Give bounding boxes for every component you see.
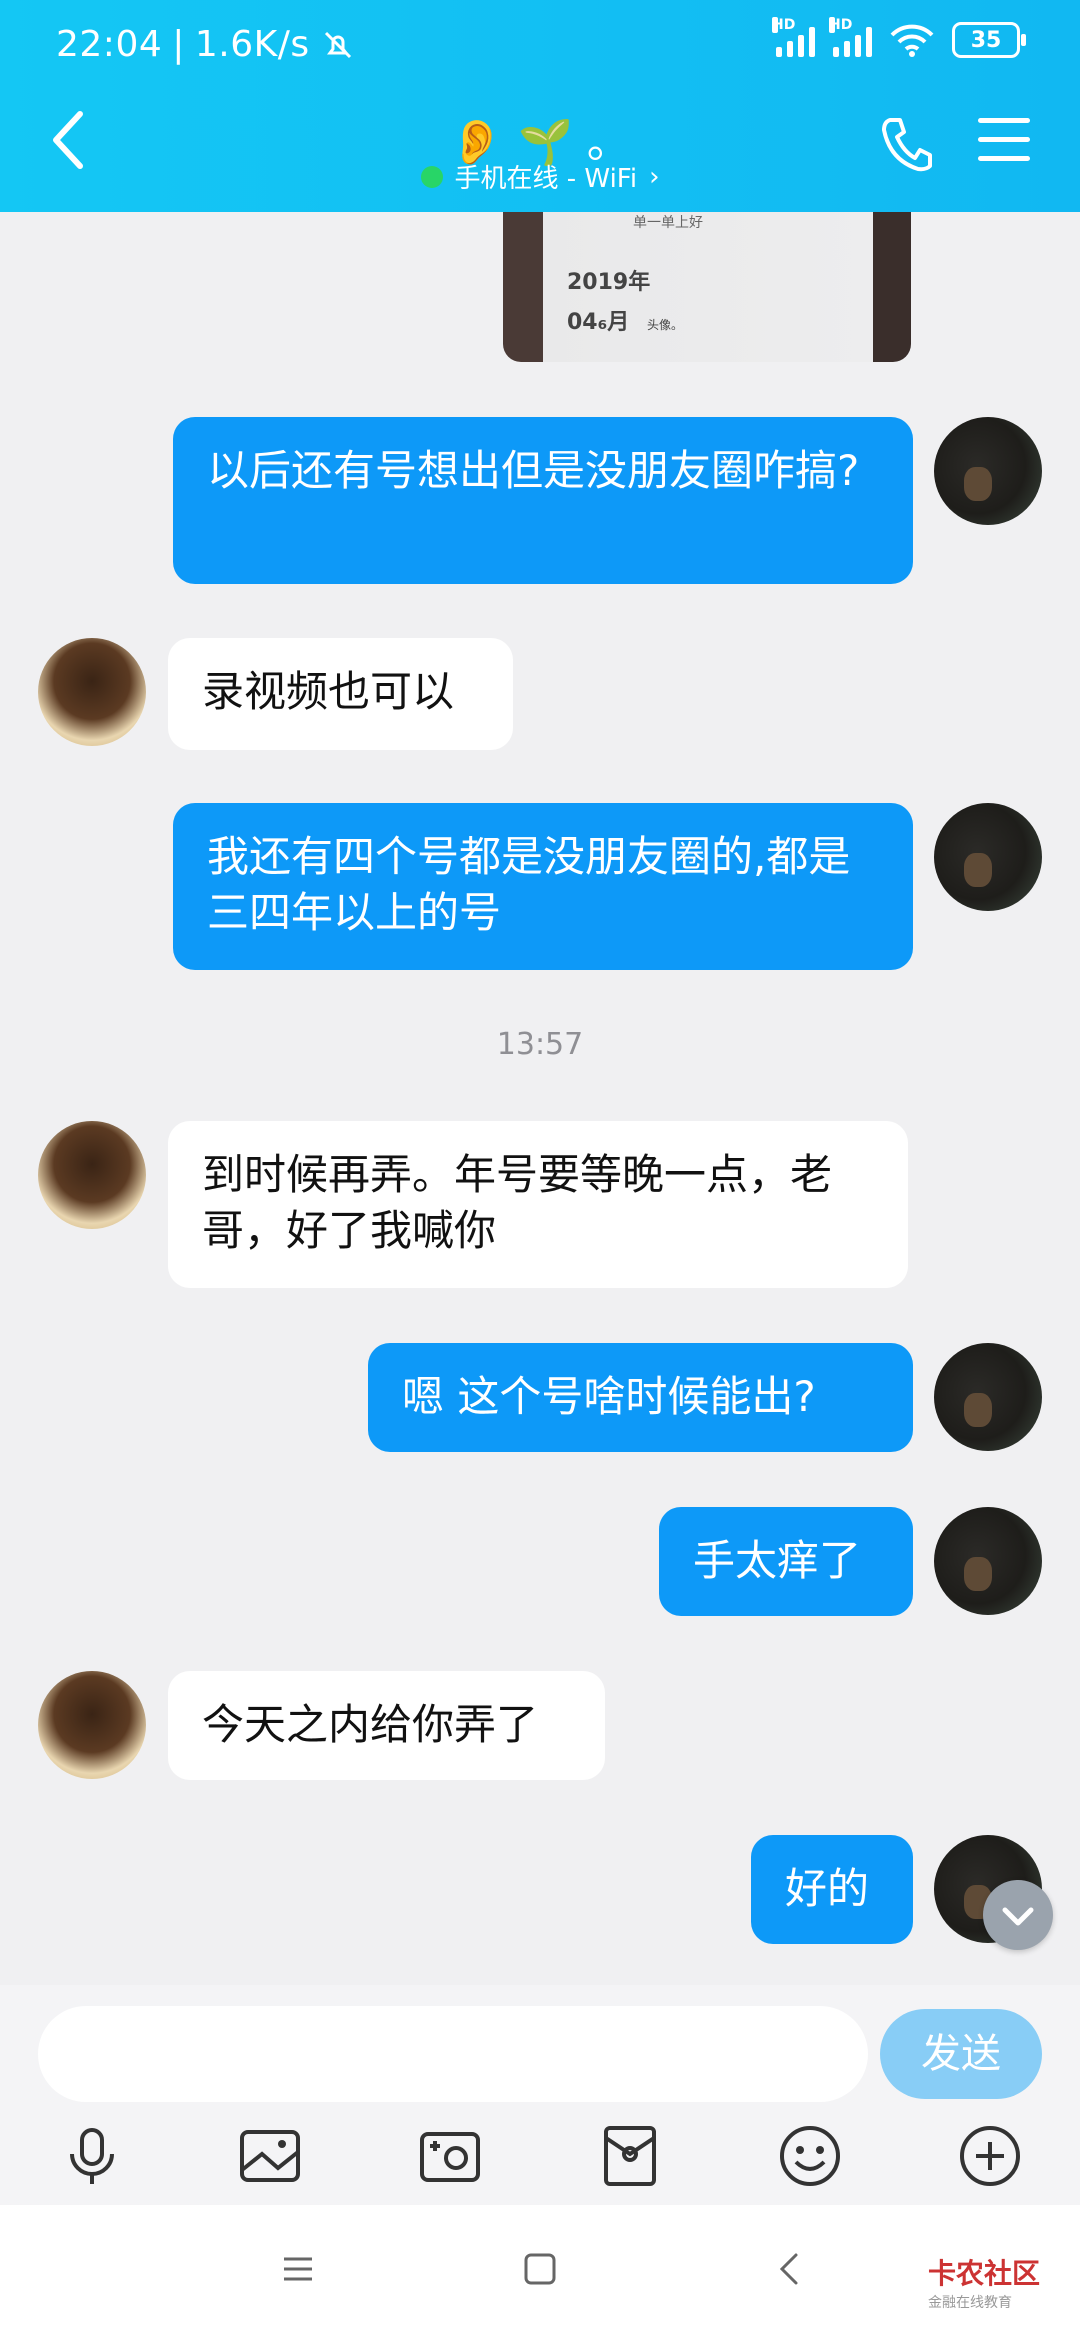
menu-button[interactable] (978, 118, 1030, 168)
message-bubble[interactable]: 录视频也可以 (168, 638, 513, 750)
red-packet-icon[interactable] (598, 2124, 662, 2188)
chevron-right-icon: › (649, 161, 660, 192)
my-avatar[interactable] (934, 1343, 1042, 1451)
message-bubble[interactable]: 到时候再弄。年号要等晚一点，老哥，好了我喊你 (168, 1121, 908, 1288)
status-bar-right: HD HD 35 (772, 17, 1026, 58)
hd-badge: HD (772, 17, 796, 33)
microphone-icon[interactable] (60, 2124, 124, 2188)
camera-icon[interactable] (418, 2124, 482, 2188)
image-icon[interactable] (238, 2124, 302, 2188)
scroll-to-bottom-button[interactable] (983, 1880, 1053, 1950)
emoji-icon[interactable] (778, 2124, 842, 2188)
my-avatar[interactable] (934, 1507, 1042, 1615)
watermark-logo: 卡农社区 金融在线教育 (927, 2257, 1040, 2311)
chat-header: 22:04 | 1.6K/s HD HD 35 👂 🌱 。 手机在线 - WiF… (0, 0, 1080, 212)
battery-level: 35 (970, 27, 1002, 53)
send-button[interactable]: 发送 (880, 2009, 1042, 2099)
mute-bell-icon (324, 31, 351, 58)
message-bubble[interactable]: 我还有四个号都是没朋友圈的,都是三四年以上的号 (173, 803, 913, 970)
message-timestamp: 13:57 (496, 1027, 584, 1062)
message-input[interactable] (38, 2006, 868, 2102)
signal-icon: HD (829, 17, 872, 57)
system-nav-bar (0, 2205, 1080, 2340)
image-date: 04₆月 头像。 (567, 310, 683, 335)
signal-icon: HD (772, 17, 815, 57)
home-icon[interactable] (522, 2251, 558, 2287)
message-bubble[interactable]: 嗯 这个号啥时候能出? (368, 1343, 913, 1452)
image-year: 2019年 (567, 270, 651, 295)
battery-icon: 35 (952, 22, 1026, 58)
status-bar-left: 22:04 | 1.6K/s (56, 24, 356, 65)
contact-avatar[interactable] (38, 638, 146, 746)
menu-icon[interactable] (280, 2251, 316, 2287)
network-speed: 1.6K/s (194, 24, 310, 65)
chat-toolbar (0, 2114, 1080, 2194)
message-bubble[interactable]: 好的 (751, 1835, 913, 1944)
phone-call-button[interactable] (880, 116, 932, 172)
chevron-down-icon (1002, 1907, 1034, 1926)
back-icon[interactable] (772, 2251, 808, 2287)
contact-avatar[interactable] (38, 1121, 146, 1229)
image-caption: 单一单上好 (633, 215, 703, 231)
status-time: 22:04 (56, 24, 163, 65)
image-message[interactable]: 单一单上好 2019年 04₆月 头像。 (503, 212, 911, 362)
online-status-text: 手机在线 - WiFi (454, 164, 638, 194)
my-avatar[interactable] (934, 417, 1042, 525)
online-dot-icon (420, 165, 443, 188)
hd-badge: HD (829, 17, 853, 33)
plus-icon[interactable] (958, 2124, 1022, 2188)
message-bubble[interactable]: 手太痒了 (659, 1507, 913, 1616)
my-avatar[interactable] (934, 803, 1042, 911)
message-bubble[interactable]: 今天之内给你弄了 (168, 1671, 605, 1780)
wifi-icon (890, 24, 934, 57)
message-bubble[interactable]: 以后还有号想出但是没朋友圈咋搞? (173, 417, 913, 584)
contact-avatar[interactable] (38, 1671, 146, 1779)
